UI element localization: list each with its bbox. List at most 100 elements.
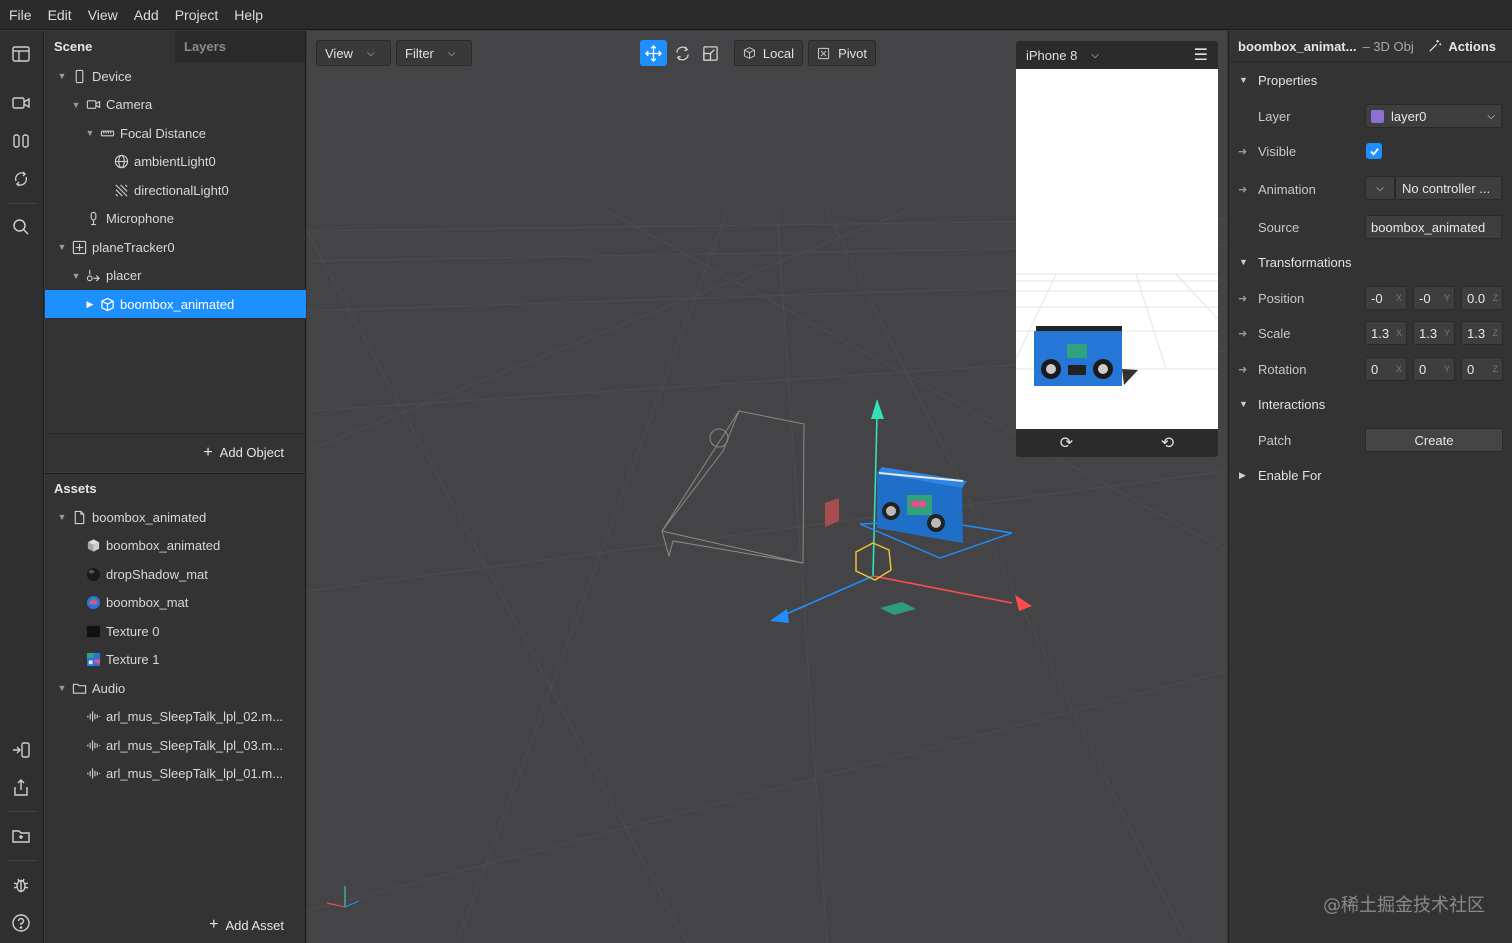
section-properties[interactable]: ▼ Properties [1229, 65, 1512, 95]
boombox-model[interactable] [877, 467, 967, 543]
scene-tree-item[interactable]: ▼ Focal Distance [45, 119, 306, 147]
animation-controller-field[interactable]: No controller ... [1395, 176, 1502, 200]
y-axis-label: Y [1443, 328, 1450, 338]
caret-down-icon[interactable]: ▼ [57, 512, 67, 522]
asset-tree-item[interactable]: dropShadow_mat [45, 560, 306, 588]
view-dropdown[interactable]: View ⌵ [316, 40, 391, 66]
scene-viewport[interactable]: View ⌵ Filter ⌵ Local Pivot iPhone 8 ⌵ ☰ [307, 31, 1227, 943]
inspector-header: boombox_animat... – 3D Obj Actions [1229, 31, 1512, 62]
menu-file[interactable]: File [0, 0, 40, 30]
connect-arrow-icon[interactable]: ➜ [1229, 292, 1258, 305]
scene-tree-item-label: boombox_animated [120, 296, 235, 312]
scene-tree-item[interactable]: ambientLight0 [45, 148, 306, 176]
menu-add[interactable]: Add [126, 0, 167, 30]
asset-tree-item[interactable]: arl_mus_SleepTalk_lpl_02.m... [45, 703, 306, 731]
position-y-input[interactable]: -0 Y [1413, 286, 1455, 310]
scene-tree-item[interactable]: directionalLight0 [45, 176, 306, 204]
caret-down-icon: ▼ [1239, 75, 1248, 85]
connect-arrow-icon[interactable]: ➜ [1229, 363, 1258, 376]
tab-scene[interactable]: Scene [45, 31, 175, 62]
device-selector[interactable]: iPhone 8 ⌵ ☰ [1016, 41, 1218, 69]
caret-down-icon[interactable]: ▼ [71, 271, 81, 281]
connect-arrow-icon[interactable]: ➜ [1229, 327, 1258, 340]
filter-dropdown[interactable]: Filter ⌵ [396, 40, 472, 66]
asset-tree-item-label: boombox_mat [106, 595, 189, 610]
add-object-button[interactable]: + Add Object [45, 433, 306, 471]
connect-arrow-icon[interactable]: ➜ [1229, 145, 1258, 158]
asset-tree-item[interactable]: arl_mus_SleepTalk_lpl_01.m... [45, 760, 306, 788]
rotate-tool-button[interactable] [669, 40, 696, 66]
menu-view[interactable]: View [80, 0, 126, 30]
x-axis-handle[interactable] [872, 575, 1013, 604]
folder-icon[interactable] [7, 822, 35, 850]
export-icon[interactable] [7, 774, 35, 802]
layout-icon[interactable] [7, 40, 35, 68]
position-z-input[interactable]: 0.0 Z [1461, 286, 1503, 310]
section-enable-for[interactable]: ▶ Enable For [1229, 460, 1512, 490]
bug-icon[interactable] [7, 871, 35, 899]
source-field[interactable]: boombox_animated [1365, 215, 1502, 239]
scene-tree-item-label: ambientLight0 [134, 154, 216, 169]
animation-dropdown-toggle[interactable]: ⌵ [1365, 176, 1395, 200]
caret-down-icon[interactable]: ▼ [57, 683, 67, 693]
file-icon [71, 509, 87, 525]
scene-tree-item[interactable]: ▼ Camera [45, 91, 306, 119]
rotate-device-icon[interactable]: ⟲ [1161, 433, 1174, 453]
asset-tree-item[interactable]: arl_mus_SleepTalk_lpl_03.m... [45, 731, 306, 759]
scale-x-input[interactable]: 1.3 X [1365, 321, 1407, 345]
help-icon[interactable] [7, 909, 35, 937]
hamburger-menu-icon[interactable]: ☰ [1194, 45, 1208, 65]
scene-tree-item[interactable]: ▼ planeTracker0 [45, 233, 306, 261]
asset-tree-item[interactable]: ▼ Audio [45, 674, 306, 702]
menu-help[interactable]: Help [226, 0, 271, 30]
asset-tree-item[interactable]: Texture 0 [45, 617, 306, 645]
asset-tree-item[interactable]: boombox_mat [45, 589, 306, 617]
asset-tree-item[interactable]: ▼ boombox_animated [45, 503, 306, 531]
create-patch-button[interactable]: Create [1365, 428, 1503, 452]
asset-tree-item[interactable]: boombox_animated [45, 532, 306, 560]
tab-layers[interactable]: Layers [175, 31, 305, 62]
magic-wand-icon [1429, 39, 1442, 52]
caret-down-icon[interactable]: ▼ [71, 100, 81, 110]
rotation-y-input[interactable]: 0Y [1413, 357, 1455, 381]
video-camera-icon[interactable] [7, 89, 35, 117]
menu-edit[interactable]: Edit [40, 0, 80, 30]
scale-z-input[interactable]: 1.3 Z [1461, 321, 1503, 345]
visible-checkbox[interactable] [1366, 143, 1382, 159]
scene-tree-item[interactable]: ▶ boombox_animated [45, 290, 306, 318]
y-axis-handle[interactable] [872, 415, 878, 577]
menu-project[interactable]: Project [167, 0, 227, 30]
section-transformations[interactable]: ▼ Transformations [1229, 247, 1512, 277]
connect-arrow-icon[interactable]: ➜ [1229, 183, 1258, 196]
refresh-icon[interactable] [7, 165, 35, 193]
move-tool-button[interactable] [640, 40, 667, 66]
scene-tree-item[interactable]: Microphone [45, 205, 306, 233]
local-toggle-button[interactable]: Local [734, 40, 803, 66]
caret-down-icon[interactable]: ▼ [57, 71, 67, 81]
move-arrows-icon [645, 44, 662, 62]
actions-button[interactable]: Actions [1428, 39, 1496, 54]
caret-right-icon[interactable]: ▶ [85, 299, 95, 310]
z-axis-handle[interactable] [783, 575, 874, 616]
restart-icon[interactable]: ⟳ [1060, 433, 1073, 453]
camera-gizmo[interactable] [661, 410, 805, 564]
position-x-input[interactable]: -0 X [1365, 286, 1407, 310]
caret-down-icon[interactable]: ▼ [57, 242, 67, 252]
scene-tree-item[interactable]: ▼ placer [45, 262, 306, 290]
rotate-icon [676, 46, 689, 60]
rotation-x-input[interactable]: 0X [1365, 357, 1407, 381]
send-to-device-icon[interactable] [7, 736, 35, 764]
layer-select[interactable]: layer0 ⌵ [1365, 104, 1502, 128]
columns-icon[interactable] [7, 127, 35, 155]
scene-tree-item[interactable]: ▼ Device [45, 62, 306, 90]
section-interactions[interactable]: ▼ Interactions [1229, 389, 1512, 419]
pivot-toggle-button[interactable]: Pivot [808, 40, 876, 66]
scale-y-input[interactable]: 1.3 Y [1413, 321, 1455, 345]
caret-down-icon[interactable]: ▼ [85, 128, 95, 138]
search-icon[interactable] [7, 213, 35, 241]
asset-tree-item[interactable]: Texture 1 [45, 646, 306, 674]
rotation-z-input[interactable]: 0Z [1461, 357, 1503, 381]
simulator-screen[interactable] [1016, 69, 1218, 429]
add-asset-button[interactable]: + Add Asset [45, 906, 306, 943]
scale-tool-button[interactable] [697, 40, 724, 66]
